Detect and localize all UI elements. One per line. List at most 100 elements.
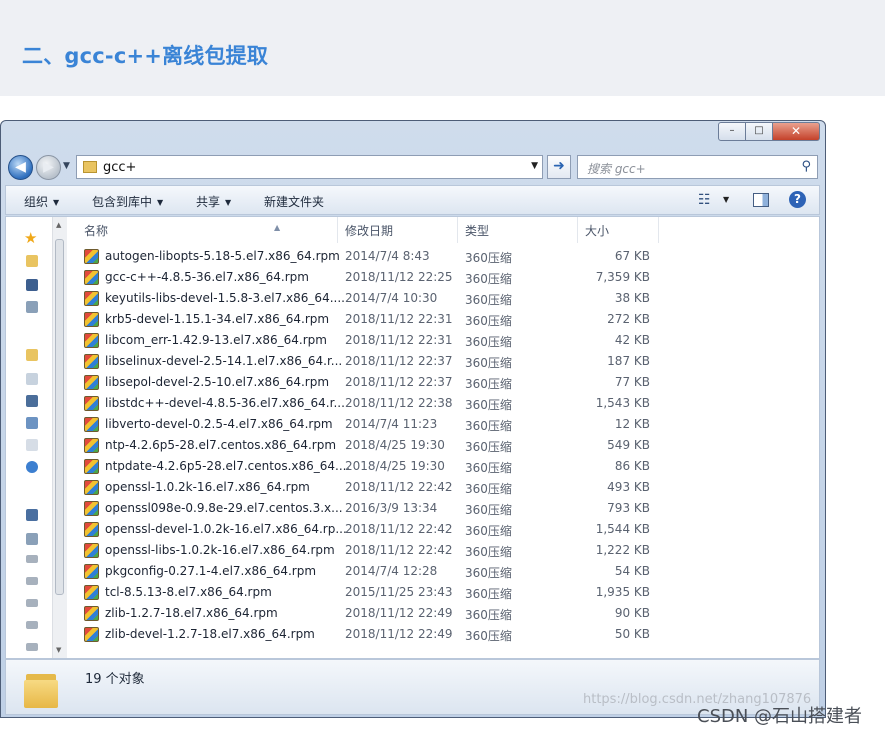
share-label: 共享	[196, 195, 221, 209]
file-row[interactable]: openssl-1.0.2k-16.el7.x86_64.rpm 2018/11/…	[76, 477, 806, 498]
new-folder-button[interactable]: 新建文件夹	[264, 193, 324, 210]
column-header-date[interactable]: 修改日期	[337, 217, 458, 243]
file-date: 2015/11/25 23:43	[345, 585, 453, 599]
documents-icon[interactable]	[26, 373, 38, 385]
file-row[interactable]: libstdc++-devel-4.8.5-36.el7.x86_64.r...…	[76, 393, 806, 414]
computer-icon[interactable]	[26, 509, 38, 521]
file-row[interactable]: gcc-c++-4.8.5-36.el7.x86_64.rpm 2018/11/1…	[76, 267, 806, 288]
file-row[interactable]: openssl-libs-1.0.2k-16.el7.x86_64.rpm 201…	[76, 540, 806, 561]
scrollbar-thumb[interactable]	[55, 239, 64, 595]
back-button[interactable]: ◀	[8, 155, 33, 180]
file-row[interactable]: krb5-devel-1.15.1-34.el7.x86_64.rpm 2018/…	[76, 309, 806, 330]
file-size: 1,222 KB	[595, 543, 650, 557]
file-type: 360压缩	[465, 545, 512, 559]
column-header-size[interactable]: 大小	[577, 217, 659, 243]
file-type: 360压缩	[465, 587, 512, 601]
sort-ascending-icon: ▲	[274, 223, 281, 232]
desktop-folder-icon[interactable]	[26, 255, 38, 267]
file-row[interactable]: zlib-1.2.7-18.el7.x86_64.rpm 2018/11/12 2…	[76, 603, 806, 624]
file-type: 360压缩	[465, 272, 512, 286]
file-row[interactable]: ntp-4.2.6p5-28.el7.centos.x86_64.rpm 2018…	[76, 435, 806, 456]
libraries-icon[interactable]	[26, 349, 38, 361]
file-size: 1,544 KB	[595, 522, 650, 536]
file-type: 360压缩	[465, 419, 512, 433]
drive-icon[interactable]	[26, 621, 38, 629]
rpm-archive-icon	[84, 438, 99, 453]
file-date: 2018/11/12 22:42	[345, 480, 453, 494]
history-dropdown-icon[interactable]: ▼	[63, 161, 70, 171]
file-name: libsepol-devel-2.5-10.el7.x86_64.rpm	[105, 375, 330, 389]
file-date: 2018/11/12 22:42	[345, 522, 453, 536]
rpm-archive-icon	[84, 396, 99, 411]
view-options-icon[interactable]: ☷	[698, 192, 711, 208]
favorites-star-icon[interactable]: ★	[24, 229, 37, 247]
column-header-type[interactable]: 类型	[457, 217, 578, 243]
music-icon[interactable]	[26, 461, 38, 473]
file-row[interactable]: ntpdate-4.2.6p5-28.el7.centos.x86_64....…	[76, 456, 806, 477]
file-size: 1,935 KB	[595, 585, 650, 599]
file-date: 2018/11/12 22:31	[345, 312, 453, 326]
file-row[interactable]: libsepol-devel-2.5-10.el7.x86_64.rpm 2018…	[76, 372, 806, 393]
file-date: 2014/7/4 12:28	[345, 564, 438, 578]
drive-icon[interactable]	[26, 599, 38, 607]
share-menu[interactable]: 共享 ▼	[196, 193, 231, 210]
file-name: zlib-1.2.7-18.el7.x86_64.rpm	[105, 606, 278, 620]
file-size: 54 KB	[614, 564, 650, 578]
organize-label: 组织	[24, 195, 49, 209]
file-size: 90 KB	[614, 606, 650, 620]
include-library-label: 包含到库中	[92, 195, 153, 209]
preview-pane-icon[interactable]	[753, 193, 769, 207]
recent-places-icon[interactable]	[26, 301, 38, 313]
file-row[interactable]: zlib-devel-1.2.7-18.el7.x86_64.rpm 2018/1…	[76, 624, 806, 645]
file-row[interactable]: openssl098e-0.9.8e-29.el7.centos.3.x... 2…	[76, 498, 806, 519]
downloads-icon[interactable]	[26, 279, 38, 291]
file-row[interactable]: pkgconfig-0.27.1-4.el7.x86_64.rpm 2014/7/…	[76, 561, 806, 582]
rpm-archive-icon	[84, 417, 99, 432]
view-dropdown-icon[interactable]: ▼	[723, 195, 729, 204]
organize-menu[interactable]: 组织 ▼	[24, 193, 59, 210]
file-date: 2016/3/9 13:34	[345, 501, 438, 515]
file-row[interactable]: keyutils-libs-devel-1.5.8-3.el7.x86_64..…	[76, 288, 806, 309]
search-placeholder: 搜索 gcc+	[587, 162, 646, 176]
file-row[interactable]: libselinux-devel-2.5-14.1.el7.x86_64.r..…	[76, 351, 806, 372]
videos-icon[interactable]	[26, 395, 38, 407]
rpm-archive-icon	[84, 606, 99, 621]
forward-button[interactable]: ▶	[36, 155, 61, 180]
file-name: openssl-1.0.2k-16.el7.x86_64.rpm	[105, 480, 310, 494]
minimize-button[interactable]: –	[718, 122, 746, 141]
drive-icon[interactable]	[26, 643, 38, 651]
navigation-scrollbar[interactable]: ▲ ▼	[52, 217, 67, 658]
scroll-down-icon[interactable]: ▼	[56, 646, 61, 654]
search-icon[interactable]: ⚲	[801, 159, 811, 174]
item-count: 19 个对象	[85, 672, 145, 687]
article-section-header: 二、gcc-c++离线包提取	[0, 0, 885, 96]
maximize-button[interactable]: □	[745, 122, 773, 141]
file-row[interactable]: openssl-devel-1.0.2k-16.el7.x86_64.rp...…	[76, 519, 806, 540]
drive-icon[interactable]	[26, 555, 38, 563]
help-icon[interactable]: ?	[789, 191, 806, 208]
file-size: 86 KB	[614, 459, 650, 473]
drive-icon[interactable]	[26, 533, 38, 545]
documents-icon[interactable]	[26, 439, 38, 451]
file-date: 2018/4/25 19:30	[345, 459, 445, 473]
file-size: 187 KB	[607, 354, 650, 368]
include-in-library-menu[interactable]: 包含到库中 ▼	[92, 193, 163, 210]
file-row[interactable]: tcl-8.5.13-8.el7.x86_64.rpm 2015/11/25 23…	[76, 582, 806, 603]
file-row[interactable]: autogen-libopts-5.18-5.el7.x86_64.rpm 201…	[76, 246, 806, 267]
search-input[interactable]: 搜索 gcc+ ⚲	[577, 155, 818, 179]
chevron-down-icon: ▼	[157, 198, 164, 207]
pictures-icon[interactable]	[26, 417, 38, 429]
close-button[interactable]: ✕	[772, 122, 820, 141]
go-button[interactable]: ➜	[547, 155, 571, 179]
file-row[interactable]: libcom_err-1.42.9-13.el7.x86_64.rpm 2018/…	[76, 330, 806, 351]
file-date: 2014/7/4 8:43	[345, 249, 430, 263]
rpm-archive-icon	[84, 459, 99, 474]
address-dropdown-icon[interactable]: ▼	[531, 161, 538, 171]
file-row[interactable]: libverto-devel-0.2.5-4.el7.x86_64.rpm 201…	[76, 414, 806, 435]
drive-icon[interactable]	[26, 577, 38, 585]
file-size: 67 KB	[614, 249, 650, 263]
file-date: 2014/7/4 11:23	[345, 417, 438, 431]
scroll-up-icon[interactable]: ▲	[56, 221, 61, 229]
column-header-name[interactable]: ▲ 名称	[76, 217, 338, 243]
address-bar[interactable]: gcc+ ▼	[76, 155, 543, 179]
